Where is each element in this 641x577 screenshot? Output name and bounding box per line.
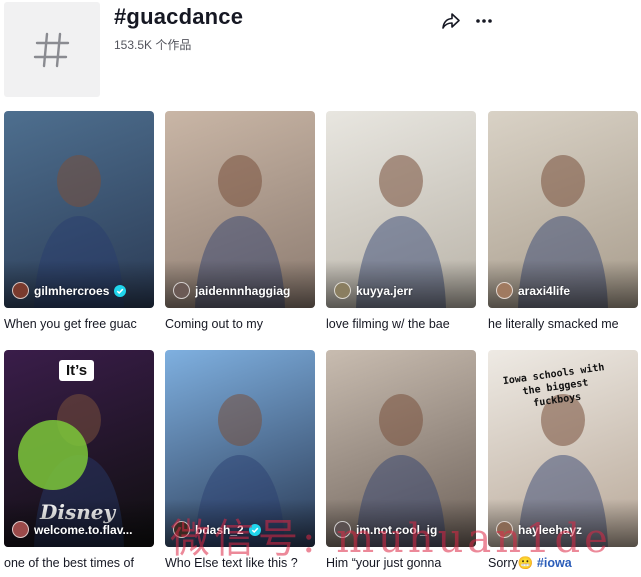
video-author[interactable]: kuyya.jerr (334, 282, 470, 299)
caption-text: Him “your just gonna (326, 556, 442, 570)
caption-text: love filming w/ the bae (326, 317, 450, 331)
avatar (496, 521, 513, 538)
more-options-button[interactable] (471, 8, 497, 34)
video-thumbnail[interactable]: kuyya.jerr (326, 111, 476, 308)
hashtag-avatar (4, 2, 100, 97)
video-caption[interactable]: he literally smacked me (488, 316, 638, 332)
video-thumbnail[interactable]: gilmhercroes (4, 111, 154, 308)
share-icon (442, 13, 460, 29)
video-card[interactable]: It’sDisneywelcome.to.flav... one of the b… (4, 350, 154, 571)
video-caption[interactable]: Sorry😬 #iowa (488, 555, 638, 571)
avatar (496, 282, 513, 299)
hashtag-header: #guacdance 153.5K 个作品 (0, 0, 641, 108)
video-author[interactable]: araxi4life (496, 282, 632, 299)
caption-text: Sorry😬 (488, 556, 537, 570)
hashtag-title: #guacdance (114, 4, 244, 29)
avatar (12, 521, 29, 538)
avatar (12, 282, 29, 299)
video-card[interactable]: im.not.cool_ig Him “your just gonna (326, 350, 476, 571)
video-author[interactable]: welcome.to.flav... (12, 521, 148, 538)
video-card[interactable]: kuyya.jerr love filming w/ the bae (326, 111, 476, 332)
video-card[interactable]: gilmhercroes When you get free guac (4, 111, 154, 332)
video-thumbnail[interactable]: Iowa schools with the biggest fuckboys ha… (488, 350, 638, 547)
author-username: jaidennnhaggiag (195, 283, 291, 298)
author-username: gilmhercroes (34, 283, 110, 298)
video-thumbnail[interactable]: bdash_2 (165, 350, 315, 547)
video-caption[interactable]: love filming w/ the bae (326, 316, 476, 332)
caption-text: he literally smacked me (488, 317, 619, 331)
video-thumbnail[interactable]: It’sDisneywelcome.to.flav... (4, 350, 154, 547)
share-button[interactable] (438, 8, 464, 34)
caption-text: When you get free guac (4, 317, 137, 331)
video-count: 153.5K 个作品 (114, 38, 192, 52)
video-thumbnail[interactable]: jaidennnhaggiag (165, 111, 315, 308)
author-username: bdash_2 (195, 522, 244, 537)
verified-badge-icon (114, 284, 127, 297)
author-username: welcome.to.flav... (34, 522, 133, 537)
video-thumbnail[interactable]: araxi4life (488, 111, 638, 308)
video-caption[interactable]: Him “your just gonna (326, 555, 476, 571)
avatar (173, 521, 190, 538)
author-username: hayleehayz (518, 522, 583, 537)
video-thumbnail[interactable]: im.not.cool_ig (326, 350, 476, 547)
video-card[interactable]: bdash_2 Who Else text like this ? (165, 350, 315, 571)
video-author[interactable]: im.not.cool_ig (334, 521, 470, 538)
video-author[interactable]: bdash_2 (173, 521, 309, 538)
video-author[interactable]: gilmhercroes (12, 282, 148, 299)
author-username: araxi4life (518, 283, 571, 298)
caption-text: Who Else text like this ? (165, 556, 298, 570)
caption-text: one of the best times of (4, 556, 134, 570)
hashtag-icon (33, 32, 70, 67)
verified-badge-icon (248, 523, 261, 536)
video-author[interactable]: hayleehayz (496, 521, 632, 538)
avatar (334, 521, 351, 538)
caption-text: Coming out to my (165, 317, 263, 331)
avatar (334, 282, 351, 299)
author-username: im.not.cool_ig (356, 522, 438, 537)
video-author[interactable]: jaidennnhaggiag (173, 282, 309, 299)
video-caption[interactable]: Coming out to my (165, 316, 315, 332)
video-caption[interactable]: one of the best times of (4, 555, 154, 571)
video-caption[interactable]: When you get free guac (4, 316, 154, 332)
more-icon (476, 19, 492, 23)
overlay-caption: It’s (59, 360, 95, 381)
caption-hashtag-link[interactable]: #iowa (537, 556, 572, 570)
video-card[interactable]: Iowa schools with the biggest fuckboys ha… (488, 350, 638, 571)
video-card[interactable]: jaidennnhaggiag Coming out to my (165, 111, 315, 332)
avatar (173, 282, 190, 299)
video-card[interactable]: araxi4life he literally smacked me (488, 111, 638, 332)
video-caption[interactable]: Who Else text like this ? (165, 555, 315, 571)
author-username: kuyya.jerr (356, 283, 413, 298)
green-ears-graphic (18, 420, 88, 490)
